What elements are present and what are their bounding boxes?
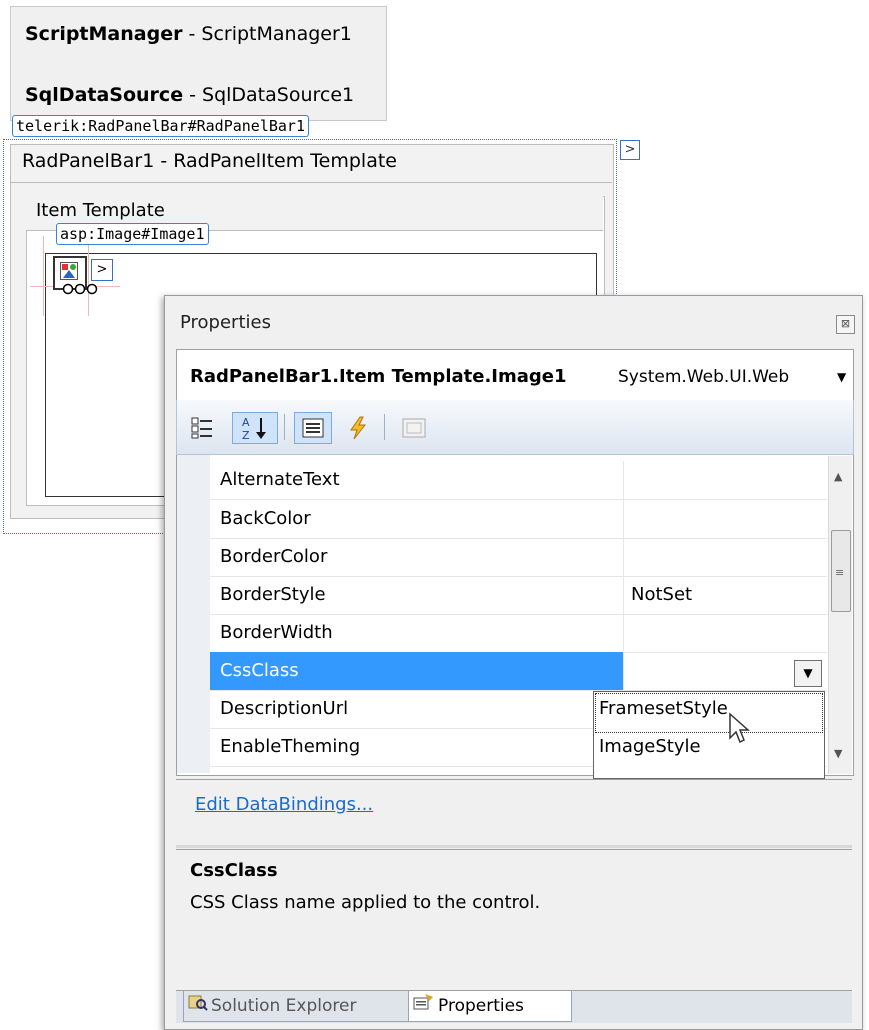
property-grid-scrollbar[interactable] (828, 456, 852, 774)
property-row-backcolor[interactable]: BackColor (210, 500, 827, 539)
scriptmanager-component[interactable]: ScriptManager - ScriptManager1 (10, 6, 387, 70)
pane-splitter[interactable] (176, 845, 852, 848)
properties-title: Properties (180, 312, 271, 333)
selected-object-name: RadPanelBar1.Item Template.Image1 (190, 366, 567, 387)
component-type: ScriptManager (25, 23, 183, 45)
property-name: BackColor (220, 508, 311, 529)
description-title: CssClass (190, 860, 278, 881)
tab-properties[interactable]: Properties (408, 991, 572, 1022)
property-row-borderwidth[interactable]: BorderWidth (210, 614, 827, 653)
property-name: CssClass (220, 660, 299, 681)
scroll-up-icon[interactable]: ▲ (834, 470, 842, 483)
dropdown-option-imagestyle[interactable]: ImageStyle (599, 736, 701, 757)
alignment-guide (88, 236, 89, 316)
property-row-cssclass[interactable]: CssClass (210, 652, 827, 691)
tab-solution-explorer[interactable]: Solution Explorer (183, 991, 411, 1022)
alignment-guide (43, 236, 44, 316)
cssclass-dropdown-button[interactable]: ▼ (794, 660, 822, 687)
sqldatasource-component[interactable]: SqlDataSource - SqlDataSource1 (10, 68, 387, 121)
property-name: BorderStyle (220, 584, 326, 605)
item-template-title: Item Template (36, 200, 165, 221)
property-name: BorderWidth (220, 622, 333, 643)
property-row-borderstyle[interactable]: BorderStyle NotSet (210, 576, 827, 615)
close-icon[interactable]: ⊠ (836, 315, 855, 334)
image-smart-tag-button[interactable]: > (91, 259, 113, 281)
property-row-alternatetext[interactable]: AlternateText (210, 461, 827, 500)
scroll-down-icon[interactable]: ▼ (834, 747, 842, 760)
property-pages-icon[interactable] (396, 412, 432, 444)
toolbar-separator (384, 414, 385, 440)
image-icon (60, 262, 78, 280)
panelbar-title: RadPanelBar1 - RadPanelItem Template (22, 150, 397, 172)
chevron-down-icon[interactable]: ▼ (837, 370, 846, 384)
tab-label: Properties (438, 996, 524, 1016)
property-name: AlternateText (220, 469, 340, 490)
panelbar-tag: telerik:RadPanelBar#RadPanelBar1 (12, 115, 309, 137)
events-icon[interactable] (342, 412, 374, 444)
grip-icon: ≡ (835, 566, 845, 579)
mouse-cursor-icon (729, 712, 750, 744)
svg-text:Z: Z (242, 429, 250, 442)
tab-label: Solution Explorer (211, 996, 357, 1016)
property-name: BorderColor (220, 546, 328, 567)
edit-databindings-link[interactable]: Edit DataBindings... (195, 794, 373, 815)
property-name: DescriptionUrl (220, 698, 349, 719)
property-value[interactable]: NotSet (631, 584, 692, 605)
toolbar-separator (284, 414, 285, 440)
solution-explorer-icon (188, 991, 208, 1021)
panelbar-smart-tag-button[interactable]: > (620, 140, 640, 160)
dropdown-option-framesetstyle[interactable]: FramesetStyle (599, 698, 728, 719)
selected-object-type: System.Web.UI.Web (618, 367, 790, 387)
image-tag: asp:Image#Image1 (56, 223, 209, 245)
alphabetical-sort-icon[interactable]: A Z (232, 412, 278, 444)
categorized-icon[interactable] (186, 412, 220, 444)
property-row-bordercolor[interactable]: BorderColor (210, 538, 827, 577)
svg-text:A: A (242, 416, 250, 429)
component-name: - ScriptManager1 (182, 23, 352, 45)
component-type: SqlDataSource (25, 84, 184, 106)
properties-icon (413, 991, 435, 1021)
description-text: CSS Class name applied to the control. (190, 892, 541, 913)
component-name: - SqlDataSource1 (183, 84, 355, 106)
properties-view-icon[interactable] (294, 412, 332, 444)
property-grid-gutter (177, 455, 210, 773)
resize-handles-icon[interactable] (62, 283, 98, 295)
property-name: EnableTheming (220, 736, 361, 757)
